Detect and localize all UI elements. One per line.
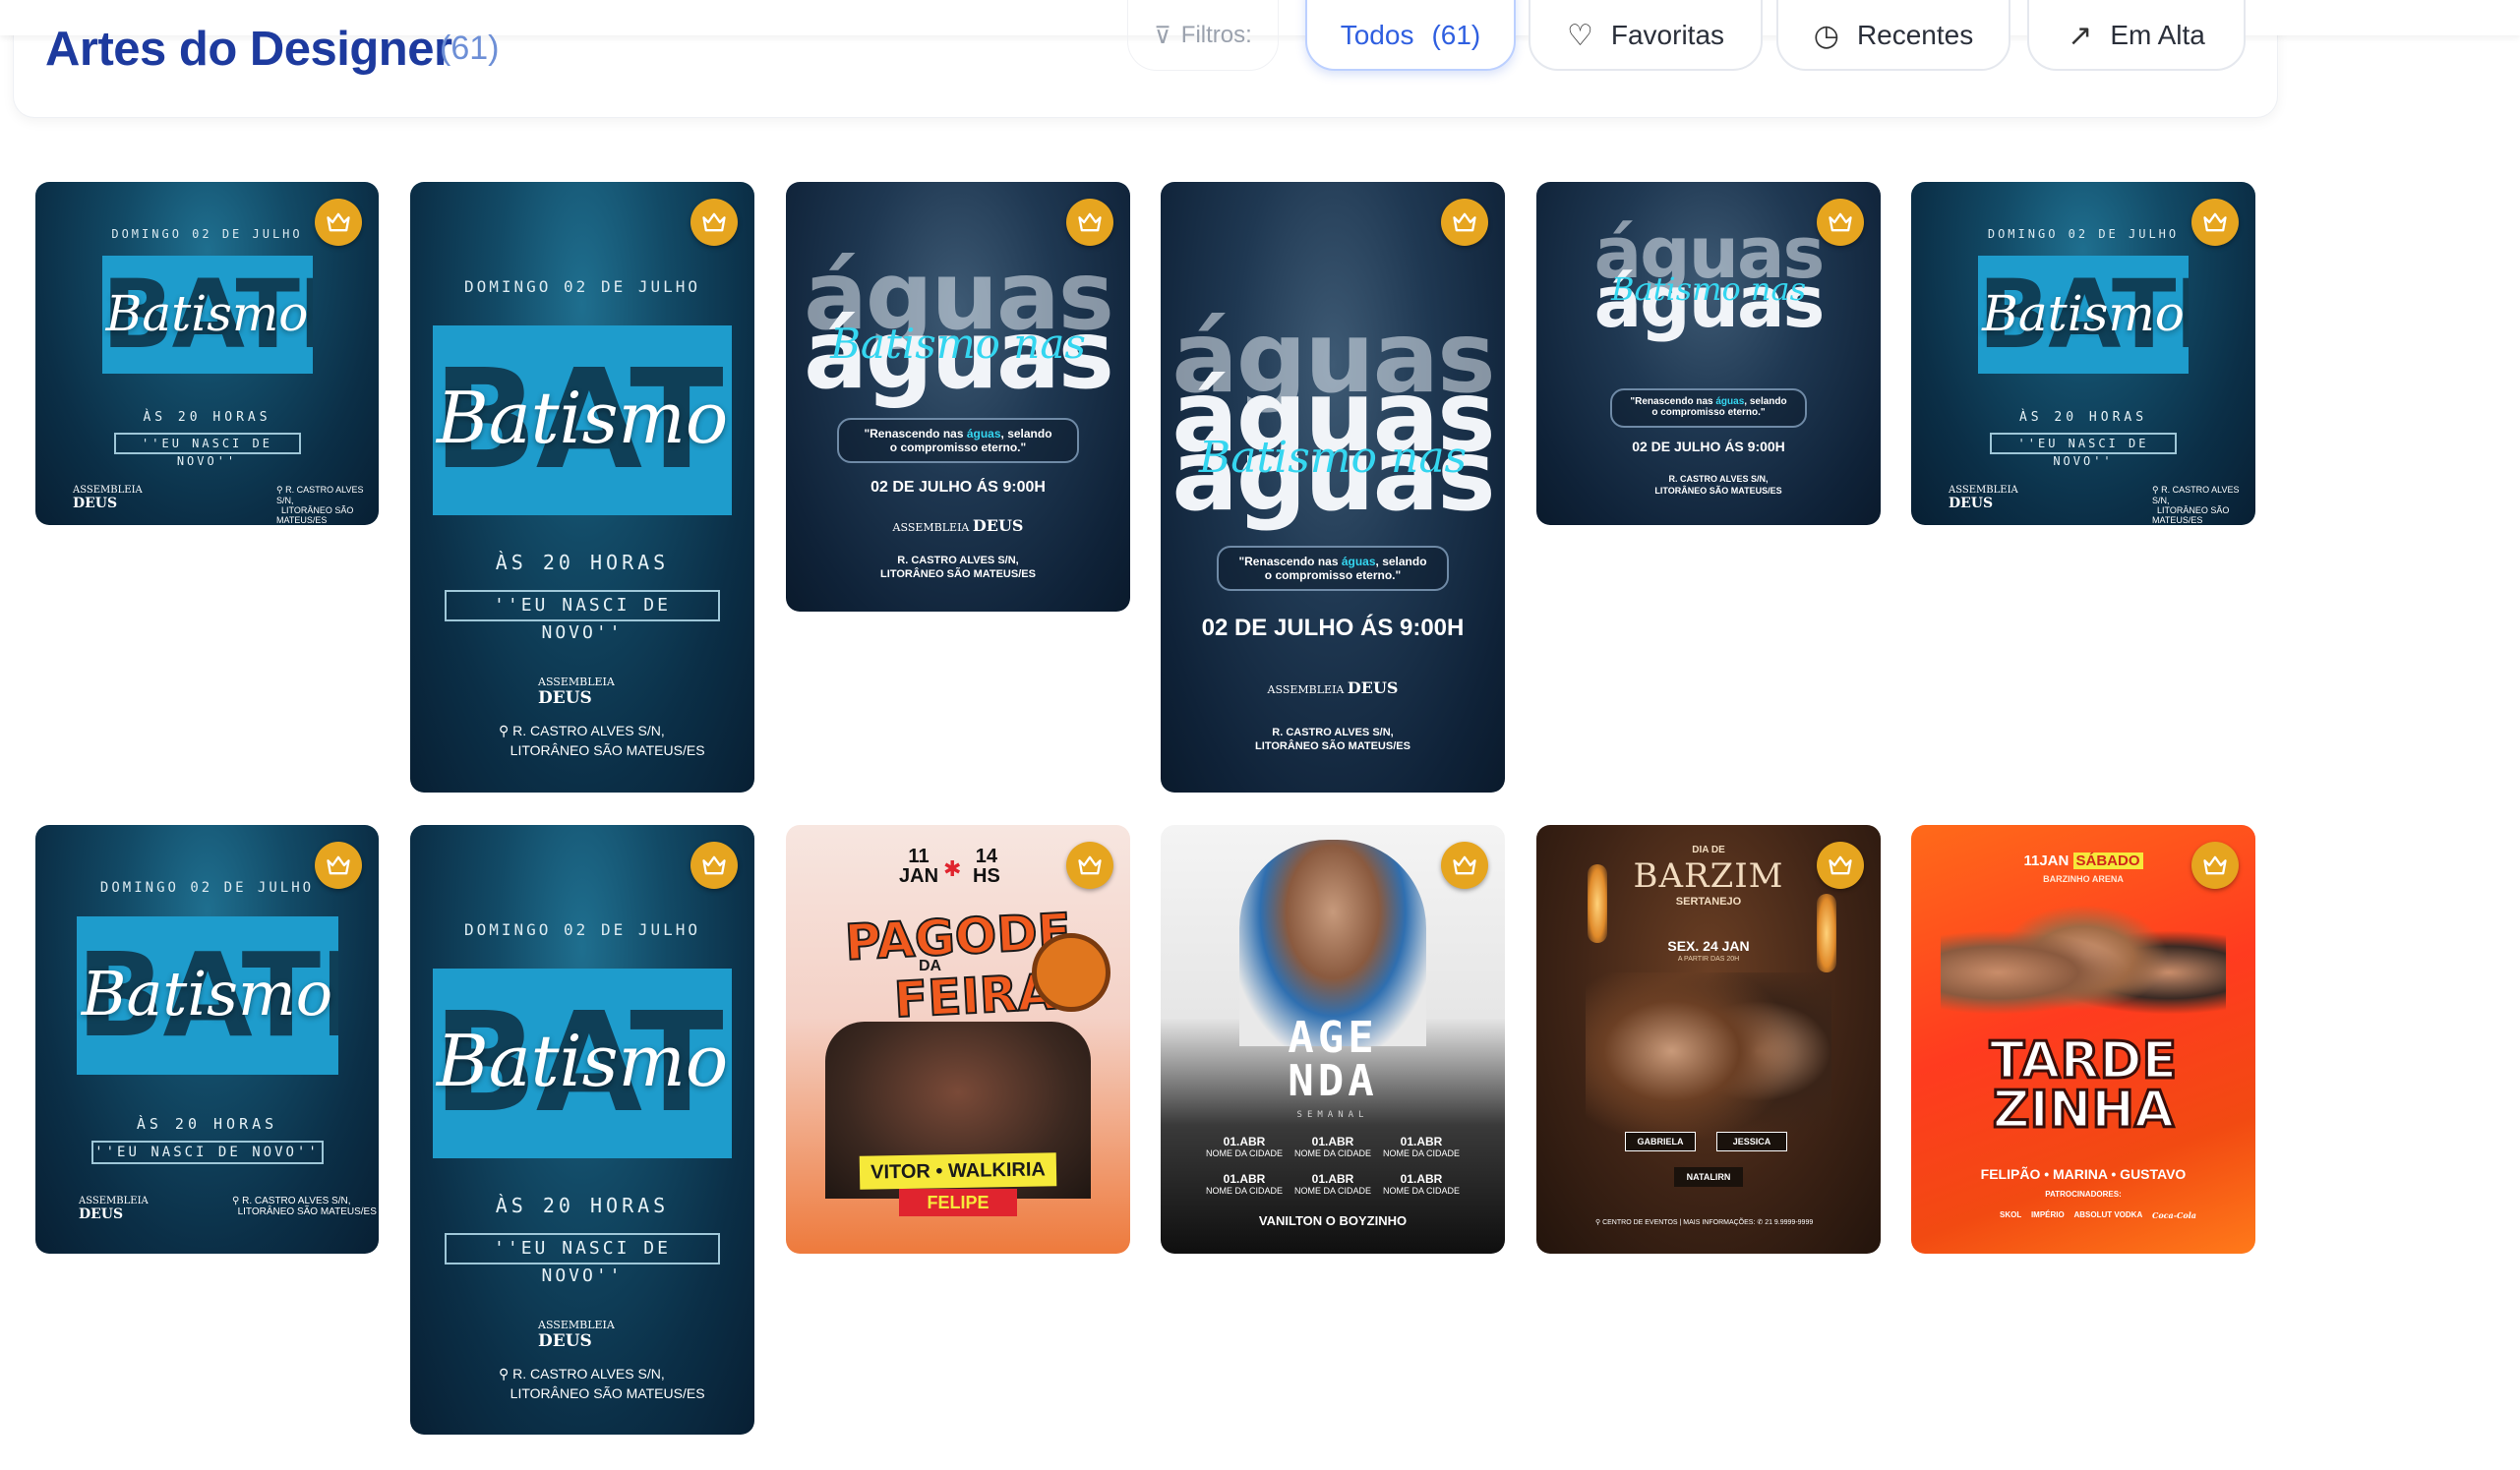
filter-trending-button[interactable]: ↗ Em Alta [2027,0,2246,71]
crown-icon[interactable] [690,199,738,246]
filter-all-button[interactable]: Todos (61) [1305,0,1516,71]
filter-recent-button[interactable]: ◷ Recentes [1776,0,2010,71]
crown-icon[interactable] [2191,199,2239,246]
crown-icon[interactable] [1817,842,1864,889]
filter-favorites-button[interactable]: ♡ Favoritas [1529,0,1763,71]
crown-icon[interactable] [315,199,362,246]
page-title: Artes do Designer [45,23,452,76]
heart-icon: ♡ [1566,19,1593,52]
filter-icon: ⊽ [1154,22,1171,49]
filters-label: ⊽ Filtros: [1127,0,1279,71]
clock-icon: ◷ [1813,19,1839,52]
art-card-batismo-2[interactable]: DOMINGO 02 DE JULHO BATISMO Batismo ÀS 2… [410,182,754,793]
crown-icon[interactable] [315,842,362,889]
crown-icon[interactable] [2191,842,2239,889]
art-card-batismo-4[interactable]: DOMINGO 02 DE JULHO BATISMO Batismo ÀS 2… [35,825,379,1254]
art-card-aguas-3[interactable]: águas águas Batismo nas "Renascendo nas … [1536,182,1881,525]
crown-icon[interactable] [1817,199,1864,246]
art-card-batismo-3[interactable]: DOMINGO 02 DE JULHO BATISMO Batismo ÀS 2… [1911,182,2255,525]
guitar-graphic [1032,933,1110,1012]
artists-photo [1941,899,2226,1046]
crown-icon[interactable] [1441,842,1488,889]
art-card-aguas-1[interactable]: águas águas Batismo nas "Renascendo nas … [786,182,1130,612]
art-card-aguas-2[interactable]: águas águas águas Batismo nas "Renascend… [1161,182,1505,793]
crown-icon[interactable] [690,842,738,889]
crown-icon[interactable] [1066,199,1113,246]
crown-icon[interactable] [1441,199,1488,246]
art-card-tardezinha[interactable]: 11JAN SÁBADO BARZINHO ARENA TARDE ZINHA F… [1911,825,2255,1254]
art-card-pagode[interactable]: 11 JAN ✱ 14 HS PAGODE DA FEIRA VITOR • WAL… [786,825,1130,1254]
art-card-barzim[interactable]: DIA DE BARZIM SERTANEJO SEX. 24 JAN A PA… [1536,825,1881,1254]
crown-icon[interactable] [1066,842,1113,889]
artwork-count: (61) [440,29,500,67]
art-card-agenda[interactable]: AGE NDA SEMANAL 01.ABR NOME DA CIDADE 01.A… [1161,825,1505,1254]
art-card-batismo-5[interactable]: DOMINGO 02 DE JULHO BATISMO Batismo ÀS 2… [410,825,754,1435]
singers-photo [1586,972,1831,1169]
trending-icon: ↗ [2068,19,2093,52]
art-card-batismo-1[interactable]: DOMINGO 02 DE JULHO BATISMO Batismo ÀS 2… [35,182,379,525]
